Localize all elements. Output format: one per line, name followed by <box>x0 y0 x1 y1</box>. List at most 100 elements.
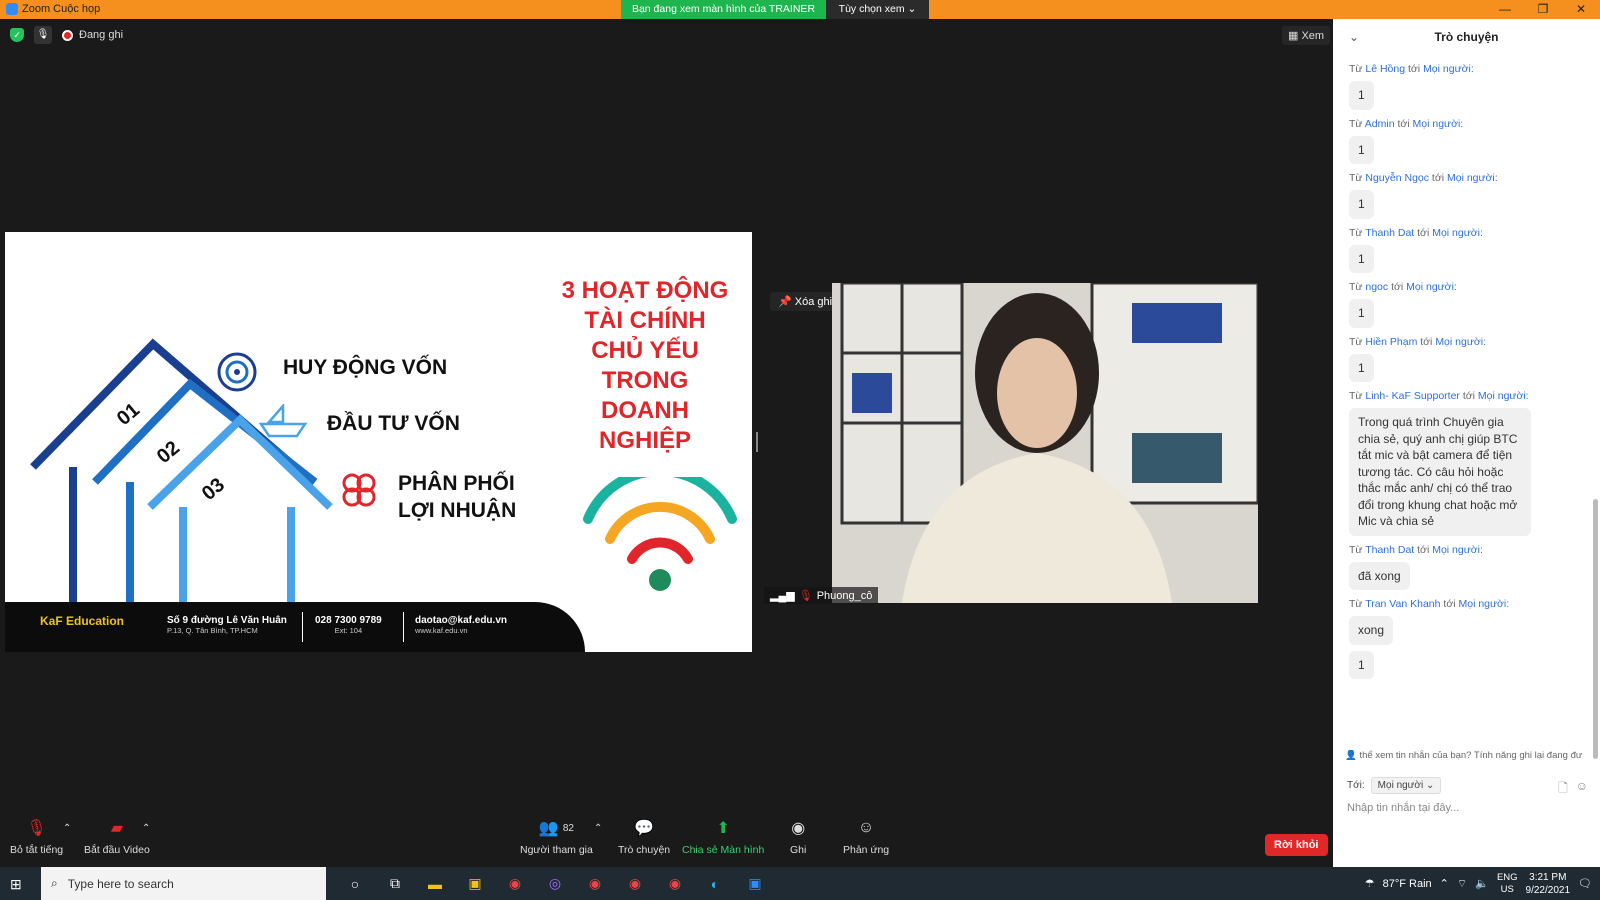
language-indicator[interactable]: ENG US <box>1497 872 1518 896</box>
chrome-profile-2-icon[interactable]: ◉ <box>615 867 655 900</box>
message-header: Từ Admin tới Mọi người: <box>1349 118 1584 130</box>
recording-indicator[interactable]: Đang ghi <box>62 29 123 41</box>
chat-message: Từ Linh- KaF Supporter tới Mọi người: Tr… <box>1333 390 1600 536</box>
emoji-icon[interactable]: ☺ <box>1576 779 1588 800</box>
sender-name[interactable]: Admin <box>1365 118 1395 130</box>
recipient-name[interactable]: Mọi người: <box>1406 281 1457 293</box>
to-word: tới <box>1462 390 1475 402</box>
message-bubble: 1 <box>1349 650 1374 679</box>
chat-message: Từ Thanh Dat tới Mọi người: 1 <box>1333 226 1600 273</box>
footer-email: daotao@kaf.edu.vn www.kaf.edu.vn <box>415 615 507 635</box>
chrome-icon[interactable]: ◉ <box>495 867 535 900</box>
message-bubble: 1 <box>1349 353 1374 382</box>
sticky-notes-icon[interactable]: ▣ <box>455 867 495 900</box>
sender-name[interactable]: Nguyễn Ngọc <box>1365 172 1429 184</box>
cortana-icon[interactable]: ○ <box>335 867 375 900</box>
target-icon <box>217 352 257 392</box>
sender-name[interactable]: Lê Hồng <box>1365 63 1405 75</box>
recipient-select[interactable]: Mọi người ⌄ <box>1370 777 1442 794</box>
leave-meeting-button[interactable]: Rời khỏi <box>1265 834 1328 856</box>
recipient-name[interactable]: Mọi người: <box>1458 598 1509 610</box>
recipient-name[interactable]: Mọi người: <box>1432 227 1483 239</box>
file-icon[interactable]: 🗋 <box>1558 779 1568 800</box>
notifications-icon[interactable]: 🗨 <box>1578 877 1592 890</box>
chat-message: Từ ngoc tới Mọi người: 1 <box>1333 281 1600 328</box>
sender-name[interactable]: ngoc <box>1365 281 1388 293</box>
people-icon: 👤 <box>1345 750 1357 761</box>
edge-icon[interactable]: ◐ <box>695 867 735 900</box>
chrome-profile-icon[interactable]: ◉ <box>575 867 615 900</box>
taskbar-clock[interactable]: 3:21 PM 9/22/2021 <box>1526 871 1571 897</box>
sender-name[interactable]: Linh- KaF Supporter <box>1365 390 1460 402</box>
chat-scrollbar[interactable] <box>1593 499 1598 759</box>
encryption-shield-icon[interactable]: ✓ <box>10 28 24 42</box>
view-button[interactable]: ▦ Xem <box>1282 26 1331 45</box>
recipient-name[interactable]: Mọi người: <box>1435 336 1486 348</box>
recipient-name[interactable]: Mọi người: <box>1432 544 1483 556</box>
to-word: tới <box>1417 543 1430 556</box>
minimize-button[interactable]: — <box>1486 0 1524 19</box>
slide-title-line-1: 3 HOẠT ĐỘNG <box>561 277 729 304</box>
zoom-logo-icon <box>6 3 18 15</box>
audio-options-caret[interactable]: ⌃ <box>63 817 71 839</box>
microphone-icon[interactable]: 🎙 <box>34 26 52 44</box>
video-options-caret[interactable]: ⌃ <box>142 817 150 839</box>
taskbar-search[interactable]: ⌕ Type here to search <box>41 867 326 900</box>
recipient-name[interactable]: Mọi người: <box>1423 63 1474 75</box>
file-explorer-icon[interactable]: ▬ <box>415 867 455 900</box>
participants-icon: 👥 82 <box>538 820 574 837</box>
chat-message-input[interactable]: Nhập tin nhắn tại đây... <box>1347 802 1459 814</box>
slide-title-line-5: DOANH <box>601 397 689 424</box>
recording-notice: 👤 thể xem tin nhắn của bạn? Tính năng gh… <box>1345 750 1595 761</box>
windows-start-icon[interactable]: ⊞ <box>10 876 22 893</box>
to-word: tới <box>1417 226 1430 239</box>
slide-item-3-line1: PHÂN PHỐI <box>398 472 515 495</box>
slide-item-raise-capital: HUY ĐỘNG VỐN <box>283 356 448 379</box>
clock-time: 3:21 PM <box>1529 871 1567 883</box>
video-frame <box>832 283 1258 603</box>
mute-label: Bỏ tắt tiếng <box>10 844 64 856</box>
recipient-name[interactable]: Mọi người: <box>1478 390 1529 402</box>
start-video-button[interactable]: ▰ Bắt đầu Video <box>84 817 150 856</box>
tray-chevron-icon[interactable]: ⌃ <box>1440 877 1449 890</box>
share-screen-button[interactable]: ⬆ Chia sẻ Màn hình <box>682 817 764 856</box>
chevron-down-icon[interactable]: ⌄ <box>1349 19 1359 55</box>
restore-button[interactable]: ❐ <box>1524 0 1562 19</box>
participant-video[interactable] <box>832 283 1258 603</box>
close-button[interactable]: ✕ <box>1562 0 1600 19</box>
chrome-profile-3-icon[interactable]: ◉ <box>655 867 695 900</box>
taskbar-search-placeholder: Type here to search <box>67 876 174 891</box>
windows-taskbar: ⊞ ⌕ Type here to search ○ ⧉ ▬ ▣ ◉ ◎ ◉ ◉ … <box>0 867 1600 900</box>
chat-button[interactable]: 💬 Trò chuyện <box>618 817 670 856</box>
to-word: tới <box>1443 598 1456 610</box>
volume-icon[interactable]: 🔈 <box>1475 877 1489 890</box>
network-icon[interactable]: ⌔ <box>1457 877 1467 891</box>
weather-icon[interactable]: ☂ <box>1365 877 1375 890</box>
record-button[interactable]: ◉ Ghi <box>790 817 806 856</box>
sender-name[interactable]: Tran Van Khanh <box>1365 598 1440 610</box>
mute-button[interactable]: 🎙 Bỏ tắt tiếng <box>10 817 63 856</box>
view-button-label: Xem <box>1301 30 1325 42</box>
clock-date: 9/22/2021 <box>1525 884 1571 896</box>
participants-caret[interactable]: ⌃ <box>594 817 602 839</box>
recipient-name[interactable]: Mọi người: <box>1447 172 1498 184</box>
sender-name[interactable]: Hiền Phạm <box>1365 336 1417 348</box>
participants-button[interactable]: 👥 82 Người tham gia <box>520 817 593 856</box>
messenger-icon[interactable]: ◎ <box>535 867 575 900</box>
shared-screen-slide: 01 02 03 HUY ĐỘNG VỐN ĐẦU TƯ VỐN PHÂN PH… <box>5 232 752 652</box>
view-options-button[interactable]: Tùy chọn xem ⌄ <box>826 0 929 19</box>
chat-message: Từ Tran Van Khanh tới Mọi người: xong 1 <box>1333 598 1600 679</box>
to-word: tới <box>1408 63 1421 75</box>
participants-count: 82 <box>562 822 574 834</box>
task-view-icon[interactable]: ⧉ <box>375 867 415 900</box>
slide-title-line-3: CHỦ YẾU <box>591 337 699 364</box>
zoom-taskbar-icon[interactable]: ▣ <box>735 867 775 900</box>
sender-name[interactable]: Thanh Dat <box>1365 544 1414 556</box>
recipient-name[interactable]: Mọi người: <box>1413 118 1464 130</box>
sender-name[interactable]: Thanh Dat <box>1365 227 1414 239</box>
weather-text[interactable]: 87°F Rain <box>1383 878 1432 890</box>
share-screen-label: Chia sẻ Màn hình <box>682 844 765 856</box>
panel-resize-handle[interactable] <box>756 432 758 452</box>
footer-website: www.kaf.edu.vn <box>415 626 468 635</box>
reactions-button[interactable]: ☺ Phản ứng <box>843 817 889 856</box>
